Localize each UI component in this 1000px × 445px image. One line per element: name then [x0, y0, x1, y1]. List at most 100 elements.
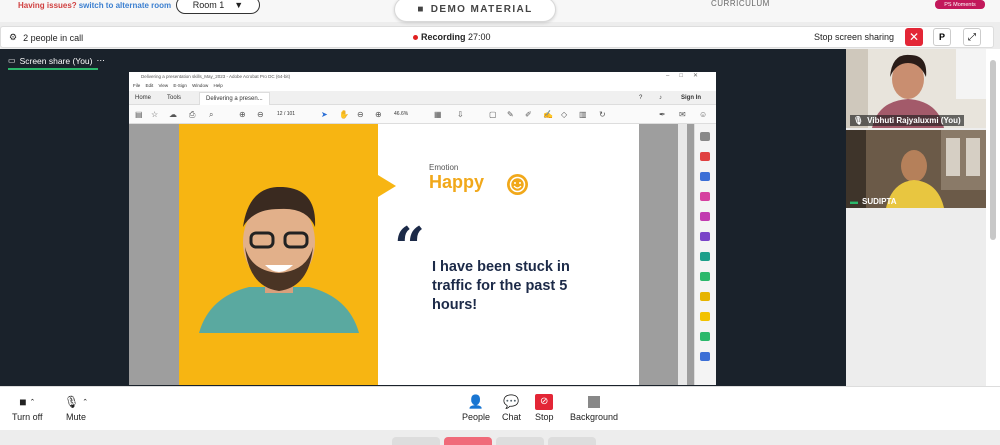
room-label: Room 1	[192, 0, 225, 10]
tab-tools[interactable]: Tools	[167, 95, 181, 101]
audio-level-icon: ▬	[850, 197, 858, 206]
participant-name: ▬ SUDIPTA	[850, 197, 897, 206]
comment-tool-icon[interactable]	[700, 312, 710, 321]
tab-home[interactable]: Home	[135, 95, 151, 101]
chevron-up-icon[interactable]: ⌃	[82, 398, 88, 406]
chevron-down-icon: ▼	[234, 0, 244, 10]
slide-quote: I have been stuck in traffic for the pas…	[432, 259, 570, 313]
participant-name: 🎙 Vibhuti Rajyaluxmi (You)	[850, 115, 964, 126]
recording-time: 27:00	[468, 32, 491, 42]
gear-icon[interactable]: ⚙	[9, 32, 17, 43]
mute-button[interactable]: 🎙 ⌃ Mute	[64, 395, 88, 422]
screen-share-label: ▭ Screen share (You) ⋯	[8, 55, 105, 66]
sign-in-link[interactable]: Sign In	[681, 95, 701, 101]
edit-pdf-icon[interactable]	[700, 192, 710, 201]
document-scrollbar[interactable]	[678, 124, 687, 385]
highlight-icon[interactable]: ✐	[525, 110, 532, 119]
scrollbar-thumb[interactable]	[990, 60, 996, 240]
more-tools-icon[interactable]	[700, 352, 710, 361]
curriculum-tab[interactable]: CURRICULUM	[711, 0, 770, 8]
acrobat-toolbar: ▤ ☆ ☁ ⎙ ⌕ ⊕ ⊖ 12 / 101 ➤ ✋ ⊖ ⊕ 46.6% ▦ ⇩…	[129, 105, 716, 124]
user-icon[interactable]: ☺	[699, 110, 707, 119]
smile-icon	[507, 174, 528, 195]
save-icon[interactable]: ▤	[135, 110, 143, 119]
search-tool-icon[interactable]	[700, 132, 710, 141]
room-dropdown[interactable]: Room 1 ▼	[176, 0, 260, 14]
star-icon[interactable]: ☆	[151, 110, 158, 119]
chat-button[interactable]: 💬 Chat	[502, 394, 521, 422]
combine-icon[interactable]	[700, 252, 710, 261]
tag-icon[interactable]: ◇	[561, 110, 567, 119]
participant-tile-sudipta[interactable]: ▬ SUDIPTA	[846, 130, 986, 208]
more-options-icon[interactable]: ⋯	[97, 55, 106, 66]
recording-dot-icon	[413, 35, 418, 41]
folder-icon: ■	[417, 4, 425, 15]
email-icon[interactable]: ✉	[679, 110, 686, 119]
shared-window: Delivering a presentation skills_May_202…	[129, 72, 716, 385]
close-icon: ✕	[908, 30, 920, 44]
organize-icon[interactable]	[700, 212, 710, 221]
person-icon: 👤	[467, 394, 485, 409]
acrobat-tabs: Home Tools Delivering a presen... ? ♪ Si…	[129, 91, 716, 105]
active-tab-indicator	[8, 68, 98, 70]
zoom-level[interactable]: 46.6%	[394, 111, 408, 117]
window-controls[interactable]: –□✕	[666, 72, 708, 79]
stop-button[interactable]: ⊘ Stop	[535, 394, 554, 422]
select-cursor-icon[interactable]: ➤	[321, 110, 328, 119]
stop-sharing-button[interactable]: ✕	[905, 28, 923, 46]
stop-share-icon: ⊘	[535, 394, 554, 410]
hand-icon[interactable]: ✋	[339, 110, 349, 119]
fit-page-icon[interactable]: ▦	[434, 110, 442, 119]
export-pdf-icon[interactable]	[700, 152, 710, 161]
search-icon[interactable]: ⌕	[209, 110, 213, 120]
p-button[interactable]: P	[933, 28, 951, 46]
comment-icon[interactable]: ▢	[489, 110, 497, 119]
help-icon[interactable]: ?	[639, 95, 642, 101]
controls-bar: ■ ⌃ Turn off 🎙 ⌃ Mute 👤 People 💬 Chat ⊘ St…	[0, 386, 1000, 430]
speech-pointer	[378, 175, 396, 197]
background-icon	[588, 396, 601, 408]
menu-bar[interactable]: File Edit View E-Sign Window Help	[129, 81, 716, 90]
page-down-icon[interactable]: ⊖	[257, 110, 264, 119]
top-strip: Having issues? switch to alternate room R…	[0, 0, 1000, 22]
pen-icon[interactable]: ✎	[507, 110, 514, 119]
page-up-icon[interactable]: ⊕	[239, 110, 246, 119]
turn-off-video-button[interactable]: ■ ⌃ Turn off	[12, 395, 43, 422]
page-number[interactable]: 12 / 101	[277, 111, 295, 117]
tab-document[interactable]: Delivering a presen...	[199, 92, 270, 105]
alternate-room-link[interactable]: switch to alternate room	[79, 1, 171, 10]
tools-pane	[694, 124, 716, 385]
emotion-label: Emotion	[429, 163, 459, 172]
protect-icon[interactable]	[700, 292, 710, 301]
window-title: Delivering a presentation skills_May_202…	[129, 72, 716, 81]
zoom-in-icon[interactable]: ⊕	[375, 110, 382, 119]
ps-moments-badge[interactable]: PS Moments	[935, 0, 985, 9]
demo-material-button[interactable]: ■ DEMO MATERIAL	[394, 0, 556, 22]
chevron-up-icon[interactable]: ⌃	[29, 398, 35, 406]
print-icon[interactable]: ⎙	[189, 110, 195, 120]
sign-icon[interactable]: ✒	[659, 110, 666, 119]
create-pdf-icon[interactable]	[700, 172, 710, 181]
fullscreen-button[interactable]: ⤢	[963, 28, 981, 46]
expand-icon: ⤢	[968, 31, 976, 43]
delete-icon[interactable]: ▥	[579, 110, 587, 119]
zoom-out-icon[interactable]: ⊖	[357, 110, 364, 119]
man-photo	[199, 187, 359, 333]
rotate-icon[interactable]: ↻	[599, 110, 606, 119]
people-button[interactable]: 👤 People	[462, 394, 490, 422]
people-count: ⚙ 2 people in call	[9, 32, 84, 43]
upload-icon[interactable]: ☁	[169, 110, 177, 119]
compress-icon[interactable]	[700, 272, 710, 281]
participant-tile-self[interactable]: 🎙 Vibhuti Rajyaluxmi (You)	[846, 49, 986, 128]
demo-label: DEMO MATERIAL	[430, 4, 533, 15]
bell-icon[interactable]: ♪	[659, 95, 662, 101]
fill-sign-icon[interactable]	[700, 232, 710, 241]
scroll-mode-icon[interactable]: ⇩	[457, 110, 464, 119]
monitor-icon: ▭	[8, 56, 16, 65]
stop-sharing-label: Stop screen sharing	[814, 32, 895, 42]
issues-text: Having issues? switch to alternate room	[18, 1, 172, 10]
print-tool-icon[interactable]	[700, 332, 710, 341]
stamp-icon[interactable]: ✍	[543, 110, 553, 119]
chat-bubble-icon: 💬	[503, 394, 520, 409]
background-button[interactable]: Background	[570, 395, 618, 422]
